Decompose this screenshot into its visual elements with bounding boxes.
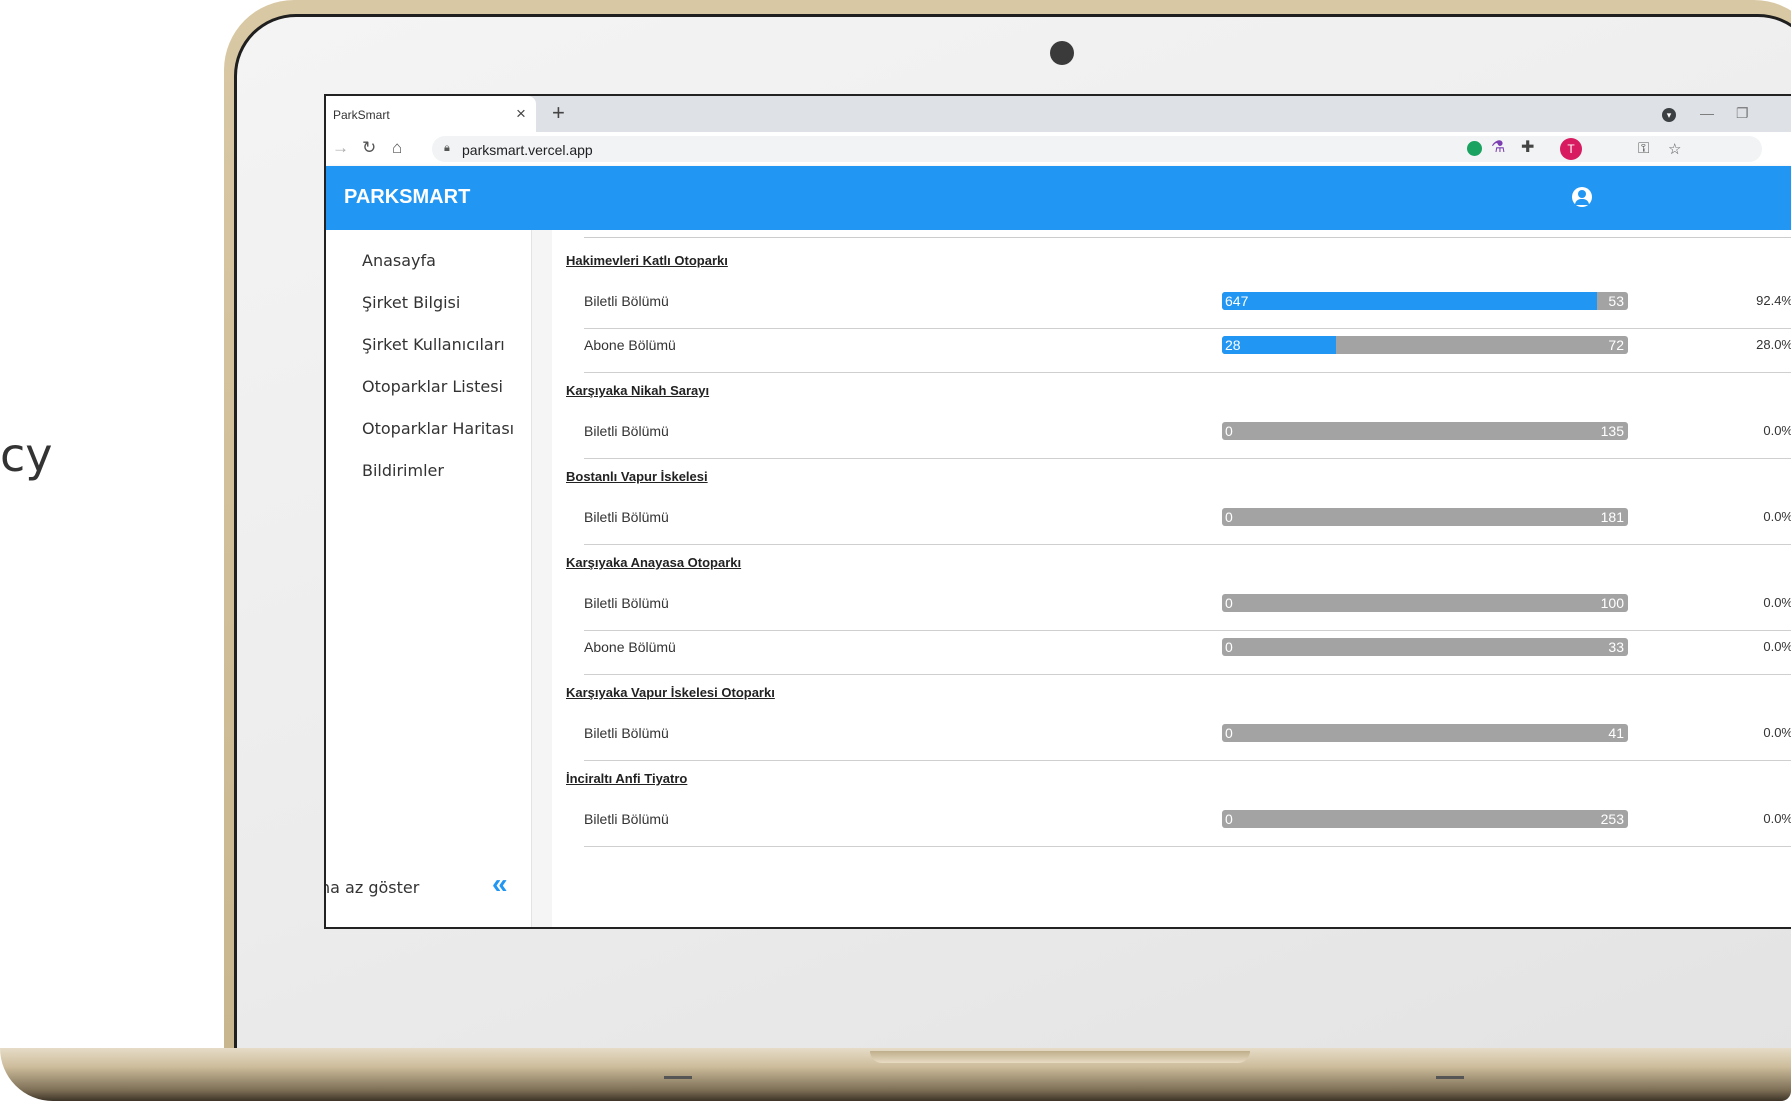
forward-icon[interactable]: →	[332, 138, 349, 158]
free-count: 33	[1608, 639, 1624, 655]
free-count: 72	[1608, 337, 1624, 353]
row-divider	[584, 674, 1791, 675]
content-gutter	[532, 230, 552, 927]
laptop-foot	[1436, 1076, 1464, 1079]
occupancy-bar-fill	[1222, 292, 1597, 310]
brand-title[interactable]: PARKSMART	[344, 186, 470, 209]
section-label: Biletli Bölümü	[584, 725, 669, 741]
sidebar-item-bildirimler[interactable]: Bildirimler	[362, 461, 444, 480]
occupied-count: 0	[1225, 595, 1233, 611]
sidebar-item-sirket-kullanicilari[interactable]: Şirket Kullanıcıları	[362, 335, 505, 354]
tab-title: ParkSmart	[333, 108, 390, 122]
row-divider	[584, 760, 1791, 761]
occupied-count: 0	[1225, 811, 1233, 827]
green-extension-icon[interactable]	[1467, 141, 1482, 156]
sidebar-item-otoparklar-listesi[interactable]: Otoparklar Listesi	[362, 377, 503, 396]
row-divider	[584, 544, 1791, 545]
occupancy-percent: 28.0%	[1756, 337, 1791, 352]
occupied-count: 0	[1225, 639, 1233, 655]
home-icon[interactable]: ⌂	[392, 138, 402, 158]
star-icon[interactable]: ☆	[1668, 140, 1681, 158]
parking-occupancy-list: Hakimevleri Katlı Otoparkı Biletli Bölümü…	[552, 230, 1791, 927]
occupancy-percent: 0.0%	[1763, 725, 1791, 740]
section-label: Abone Bölümü	[584, 337, 676, 353]
occupancy-bar: 28 72	[1222, 336, 1628, 354]
webcam-icon	[1050, 41, 1074, 65]
parking-lot-title[interactable]: Karşıyaka Vapur İskelesi Otoparkı	[566, 685, 775, 700]
browser-tabstrip: ParkSmart × + ▾ — ❐	[326, 96, 1791, 132]
laptop-foot	[664, 1076, 692, 1079]
collapse-label[interactable]: ha az göster	[326, 878, 419, 897]
occupancy-bar: 647 53	[1222, 292, 1628, 310]
occupied-count: 0	[1225, 509, 1233, 525]
occupancy-bar: 0 181	[1222, 508, 1628, 526]
parking-lot-title[interactable]: Bostanlı Vapur İskelesi	[566, 469, 708, 484]
sidebar-item-anasayfa[interactable]: Anasayfa	[362, 251, 436, 270]
flask-extension-icon[interactable]: ⚗	[1491, 137, 1505, 157]
occupancy-bar: 0 33	[1222, 638, 1628, 656]
section-label: Biletli Bölümü	[584, 423, 669, 439]
key-icon[interactable]: ⚿	[1638, 140, 1649, 157]
occupancy-bar: 0 253	[1222, 810, 1628, 828]
free-count: 53	[1608, 293, 1624, 309]
laptop-hinge-notch	[870, 1051, 1250, 1063]
free-count: 253	[1600, 811, 1624, 827]
minimize-icon[interactable]: —	[1700, 105, 1714, 121]
row-divider	[584, 372, 1791, 373]
occupied-count: 28	[1225, 337, 1241, 353]
tab-search-icon[interactable]: ▾	[1662, 108, 1676, 122]
lock-icon: 🔒︎	[444, 142, 450, 154]
laptop-screen: ParkSmart × + ▾ — ❐ → ↻ ⌂ 🔒︎ parksmart.v…	[324, 94, 1791, 929]
sidebar-item-otoparklar-haritasi[interactable]: Otoparklar Haritası	[362, 419, 514, 438]
double-chevron-left-icon[interactable]: «	[492, 868, 508, 900]
occupancy-percent: 92.4%	[1756, 293, 1791, 308]
occupancy-percent: 0.0%	[1763, 639, 1791, 654]
new-tab-icon[interactable]: +	[552, 100, 565, 126]
parking-lot-title[interactable]: Karşıyaka Nikah Sarayı	[566, 383, 709, 398]
row-divider	[584, 630, 1791, 631]
section-label: Biletli Bölümü	[584, 293, 669, 309]
sidebar: Anasayfa Şirket Bilgisi Şirket Kullanıcı…	[326, 230, 532, 927]
background-text-fragment: cy	[0, 428, 53, 482]
section-label: Biletli Bölümü	[584, 509, 669, 525]
divider	[584, 237, 1791, 238]
row-divider	[584, 458, 1791, 459]
close-icon[interactable]: ×	[516, 104, 526, 124]
row-divider	[584, 328, 1791, 329]
extensions-puzzle-icon[interactable]: ✚	[1521, 137, 1534, 157]
free-count: 100	[1600, 595, 1624, 611]
free-count: 181	[1600, 509, 1624, 525]
section-label: Biletli Bölümü	[584, 595, 669, 611]
sidebar-item-sirket-bilgisi[interactable]: Şirket Bilgisi	[362, 293, 460, 312]
occupancy-percent: 0.0%	[1763, 423, 1791, 438]
occupancy-percent: 0.0%	[1763, 811, 1791, 826]
parking-lot-title[interactable]: İnciraltı Anfi Tiyatro	[566, 771, 687, 786]
account-icon[interactable]	[1572, 187, 1592, 207]
app-header: PARKSMART	[326, 166, 1791, 230]
occupancy-percent: 0.0%	[1763, 509, 1791, 524]
parking-lot-title[interactable]: Hakimevleri Katlı Otoparkı	[566, 253, 728, 268]
occupancy-bar: 0 41	[1222, 724, 1628, 742]
section-label: Abone Bölümü	[584, 639, 676, 655]
reload-icon[interactable]: ↻	[362, 138, 376, 158]
browser-toolbar: → ↻ ⌂ 🔒︎ parksmart.vercel.app ⚿ ☆ ⚗ ✚ T	[326, 132, 1791, 166]
free-count: 135	[1600, 423, 1624, 439]
browser-tab[interactable]: ParkSmart ×	[326, 96, 536, 132]
profile-avatar[interactable]: T	[1560, 138, 1582, 160]
occupied-count: 0	[1225, 423, 1233, 439]
section-label: Biletli Bölümü	[584, 811, 669, 827]
occupied-count: 647	[1225, 293, 1249, 309]
row-divider	[584, 846, 1791, 847]
occupancy-percent: 0.0%	[1763, 595, 1791, 610]
occupancy-bar: 0 100	[1222, 594, 1628, 612]
url-text: parksmart.vercel.app	[462, 142, 593, 158]
restore-icon[interactable]: ❐	[1736, 105, 1749, 122]
occupied-count: 0	[1225, 725, 1233, 741]
parking-lot-title[interactable]: Karşıyaka Anayasa Otoparkı	[566, 555, 741, 570]
occupancy-bar: 0 135	[1222, 422, 1628, 440]
free-count: 41	[1608, 725, 1624, 741]
